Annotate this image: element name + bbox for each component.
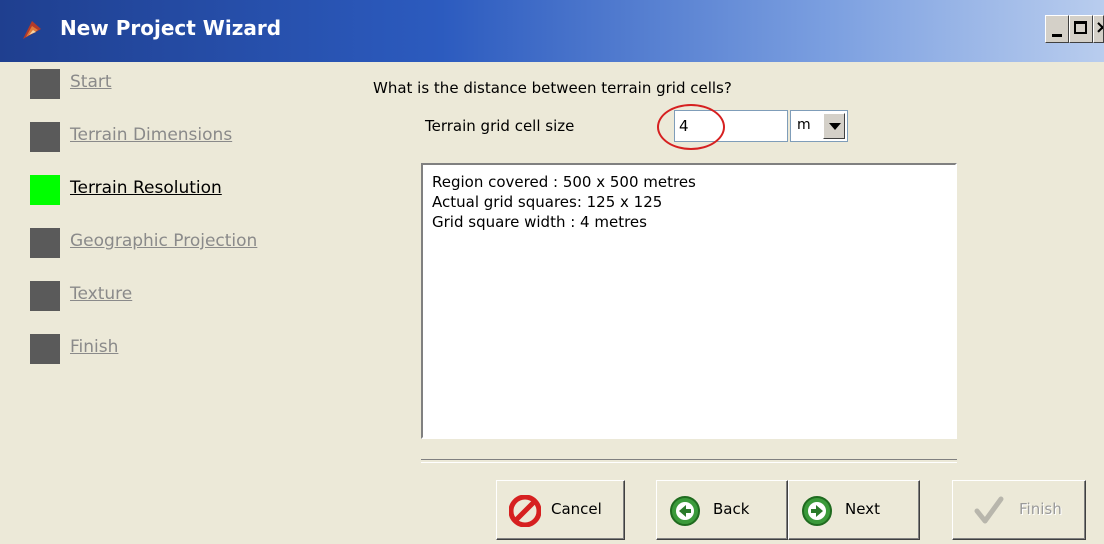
info-line-grid-squares: Actual grid squares: 125 x 125 bbox=[432, 193, 663, 211]
divider bbox=[421, 459, 957, 463]
close-button[interactable]: × bbox=[1093, 15, 1104, 43]
step-indicator bbox=[30, 228, 60, 258]
step-indicator bbox=[30, 281, 60, 311]
finish-label: Finish bbox=[1019, 500, 1062, 518]
title-bar[interactable]: New Project Wizard × bbox=[0, 0, 1104, 62]
step-label[interactable]: Texture bbox=[70, 284, 132, 304]
wizard-app-icon bbox=[23, 21, 41, 39]
back-button[interactable]: Back bbox=[656, 480, 788, 540]
close-icon: × bbox=[1095, 17, 1103, 39]
next-arrow-icon bbox=[802, 496, 832, 526]
step-indicator bbox=[30, 69, 60, 99]
step-indicator bbox=[30, 334, 60, 364]
back-arrow-icon bbox=[670, 496, 700, 526]
unit-value: m bbox=[797, 117, 811, 133]
step-question: What is the distance between terrain gri… bbox=[373, 79, 732, 97]
step-label[interactable]: Geographic Projection bbox=[70, 231, 257, 251]
window-title: New Project Wizard bbox=[60, 16, 282, 40]
unit-dropdown[interactable]: m bbox=[790, 110, 848, 142]
step-label[interactable]: Terrain Resolution bbox=[70, 178, 222, 198]
maximize-button[interactable] bbox=[1069, 15, 1093, 43]
minimize-icon bbox=[1052, 34, 1062, 37]
cancel-label: Cancel bbox=[551, 500, 602, 518]
resolution-info-box: Region covered : 500 x 500 metres Actual… bbox=[421, 163, 957, 439]
step-label[interactable]: Start bbox=[70, 72, 112, 92]
next-button[interactable]: Next bbox=[788, 480, 920, 540]
new-project-wizard-window: New Project Wizard × Start Terrain Dimen… bbox=[0, 0, 1104, 544]
maximize-icon bbox=[1074, 21, 1087, 34]
cancel-button[interactable]: Cancel bbox=[496, 480, 625, 540]
chevron-down-icon[interactable] bbox=[823, 113, 845, 139]
minimize-button[interactable] bbox=[1045, 15, 1069, 43]
step-indicator-active bbox=[30, 175, 60, 205]
next-label: Next bbox=[845, 500, 880, 518]
info-line-region: Region covered : 500 x 500 metres bbox=[432, 173, 696, 191]
finish-button[interactable]: Finish bbox=[952, 480, 1086, 540]
cell-size-input[interactable] bbox=[674, 110, 788, 142]
cell-size-label: Terrain grid cell size bbox=[425, 117, 575, 135]
stop-icon bbox=[509, 495, 541, 527]
checkmark-icon bbox=[974, 496, 1004, 524]
step-label[interactable]: Terrain Dimensions bbox=[70, 125, 232, 145]
info-line-square-width: Grid square width : 4 metres bbox=[432, 213, 647, 231]
back-label: Back bbox=[713, 500, 750, 518]
step-indicator bbox=[30, 122, 60, 152]
step-label[interactable]: Finish bbox=[70, 337, 118, 357]
